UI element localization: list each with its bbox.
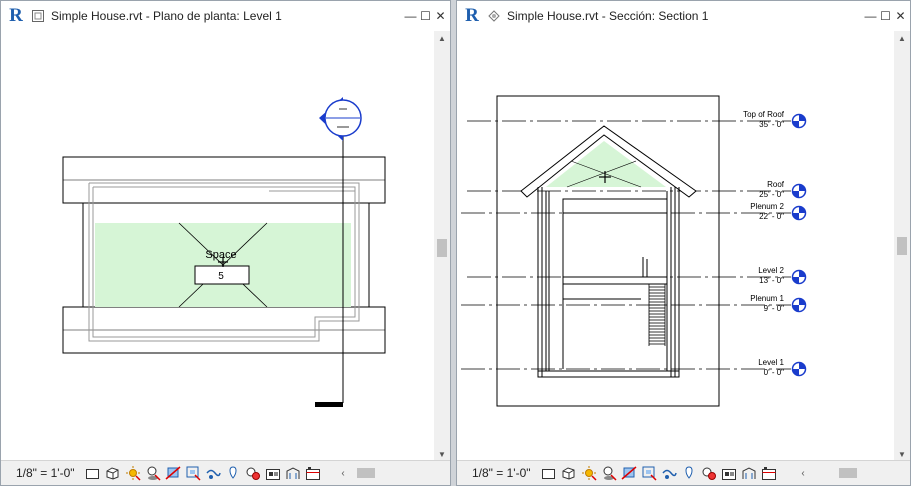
section-title: Simple House.rvt - Sección: Section 1	[507, 9, 709, 23]
sun-path-icon[interactable]	[580, 465, 597, 482]
section-horizontal-scrollbar[interactable]: ‹	[797, 464, 903, 482]
visual-style-icon[interactable]	[104, 465, 121, 482]
scroll-up-arrow-icon[interactable]: ▲	[894, 31, 910, 45]
detail-level-icon[interactable]	[540, 465, 557, 482]
view-scale[interactable]: 1/8" = 1'-0"	[472, 466, 540, 480]
section-view-window: R Simple House.rvt - Sección: Section 1 …	[456, 0, 911, 486]
section-head-marker[interactable]	[319, 97, 362, 141]
maximize-button[interactable]: ☐	[878, 7, 893, 25]
close-button[interactable]: ✕	[893, 7, 908, 25]
view-scale[interactable]: 1/8" = 1'-0"	[16, 466, 84, 480]
shadows-icon[interactable]	[600, 465, 617, 482]
show-crop-region-icon[interactable]	[640, 465, 657, 482]
scroll-thumb[interactable]	[897, 237, 907, 255]
temporary-view-properties-icon[interactable]	[264, 465, 281, 482]
level-elevation: 22' - 0"	[759, 212, 784, 221]
visual-style-icon[interactable]	[560, 465, 577, 482]
space-tag-number[interactable]: 5	[218, 271, 224, 282]
lock-3d-view-icon[interactable]	[660, 465, 677, 482]
temporary-view-properties-icon[interactable]	[720, 465, 737, 482]
scroll-left-arrow-icon[interactable]: ‹	[797, 468, 809, 479]
floor-plan-vertical-scrollbar[interactable]: ▲ ▼	[434, 31, 450, 461]
minimize-button[interactable]: —	[403, 7, 418, 25]
level-tag-6[interactable]: Level 10' - 0"	[758, 358, 807, 377]
shadows-icon[interactable]	[144, 465, 161, 482]
show-analytical-model-icon[interactable]	[740, 465, 757, 482]
reveal-hidden-elements-icon[interactable]	[700, 465, 717, 482]
crop-view-icon[interactable]	[164, 465, 181, 482]
level-name: Roof	[767, 180, 785, 189]
floor-plan-view-window: R Simple House.rvt - Plano de planta: Le…	[0, 0, 451, 486]
level-name: Top of Roof	[743, 110, 785, 119]
highlight-displacement-icon[interactable]	[304, 465, 321, 482]
revit-logo-icon: R	[465, 5, 479, 26]
level-tag-5[interactable]: Plenum 19' - 0"	[750, 294, 807, 313]
level-name: Plenum 2	[750, 202, 784, 211]
level-tag-1[interactable]: Top of Roof35' - 0"	[743, 110, 807, 129]
close-button[interactable]: ✕	[433, 7, 448, 25]
maximize-button[interactable]: ☐	[418, 7, 433, 25]
scroll-up-arrow-icon[interactable]: ▲	[434, 31, 450, 45]
lock-3d-view-icon[interactable]	[204, 465, 221, 482]
floor-plan-view-icon	[27, 7, 49, 25]
level-name: Plenum 1	[750, 294, 784, 303]
show-analytical-model-icon[interactable]	[284, 465, 301, 482]
scroll-down-arrow-icon[interactable]: ▼	[894, 447, 910, 461]
level-elevation: 13' - 0"	[759, 276, 784, 285]
level-elevation: 35' - 0"	[759, 120, 784, 129]
temporary-hide-isolate-icon[interactable]	[680, 465, 697, 482]
scroll-down-arrow-icon[interactable]: ▼	[434, 447, 450, 461]
revit-logo-icon: R	[9, 5, 23, 26]
floor-plan-title: Simple House.rvt - Plano de planta: Leve…	[51, 9, 282, 23]
level-tag-4[interactable]: Level 213' - 0"	[758, 266, 807, 285]
reveal-hidden-elements-icon[interactable]	[244, 465, 261, 482]
section-view-icon	[483, 7, 505, 25]
detail-level-icon[interactable]	[84, 465, 101, 482]
highlight-displacement-icon[interactable]	[760, 465, 777, 482]
space-tag-label[interactable]: Space	[205, 249, 236, 261]
section-vertical-scrollbar[interactable]: ▲ ▼	[894, 31, 910, 461]
level-elevation: 0' - 0"	[764, 368, 785, 377]
floor-plan-canvas[interactable]: Space 5	[1, 31, 434, 461]
show-crop-region-icon[interactable]	[184, 465, 201, 482]
level-name: Level 1	[758, 358, 784, 367]
level-tag-2[interactable]: Roof25' - 0"	[759, 180, 807, 199]
scroll-thumb[interactable]	[437, 239, 447, 257]
scroll-left-arrow-icon[interactable]: ‹	[337, 468, 349, 479]
level-name: Level 2	[758, 266, 784, 275]
minimize-button[interactable]: —	[863, 7, 878, 25]
sun-path-icon[interactable]	[124, 465, 141, 482]
floor-plan-horizontal-scrollbar[interactable]: ‹	[337, 464, 443, 482]
level-elevation: 9' - 0"	[764, 304, 785, 313]
floor-plan-titlebar[interactable]: R Simple House.rvt - Plano de planta: Le…	[1, 1, 450, 31]
level-elevation: 25' - 0"	[759, 190, 784, 199]
horizontal-scroll-thumb[interactable]	[357, 468, 375, 478]
section-canvas[interactable]: Top of Roof35' - 0"Roof25' - 0"Plenum 22…	[457, 31, 892, 461]
horizontal-scroll-thumb[interactable]	[839, 468, 857, 478]
level-tag-3[interactable]: Plenum 222' - 0"	[750, 202, 807, 221]
section-titlebar[interactable]: R Simple House.rvt - Sección: Section 1 …	[457, 1, 910, 31]
crop-view-icon[interactable]	[620, 465, 637, 482]
temporary-hide-isolate-icon[interactable]	[224, 465, 241, 482]
